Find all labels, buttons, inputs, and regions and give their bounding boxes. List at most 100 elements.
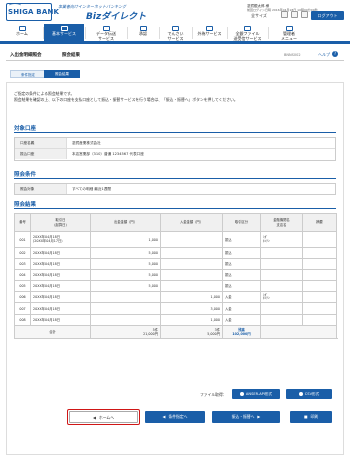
condition-label: 照会対象 xyxy=(15,184,67,194)
page-subtitle: 照会結果 xyxy=(62,53,80,58)
nav-item-label: でんさい サービス xyxy=(167,31,184,41)
csv-download-button[interactable]: CSV形式 xyxy=(286,389,332,399)
instruction-message: ご指定の条件による照会結果です。 照会結果を確認の上、以下の口座を支払口座として… xyxy=(14,91,334,103)
cell-date: 20XX年04月18日 xyxy=(30,302,91,315)
cell-out xyxy=(90,302,161,315)
cell-type: 振込 xyxy=(222,280,261,293)
nav-separator xyxy=(227,27,228,39)
nav-item-4[interactable]: でんさい サービス xyxy=(160,24,191,41)
total-empty-cell xyxy=(260,324,337,339)
table-row: 001 20XX年04月18日 (20XX年04月17日) 1,000 振込 ｼｶﾞ ﾎ… xyxy=(14,231,337,248)
nav-separator xyxy=(192,27,193,39)
cell-in: 1,000 xyxy=(160,291,223,304)
cell-out: 5,000 xyxy=(90,258,161,271)
account-name-value: 滋賀産業株式会社 xyxy=(72,141,101,145)
nav-item-5[interactable]: 外為サービス xyxy=(193,24,226,41)
nav-item-2[interactable]: データ伝送 サービス xyxy=(86,24,126,41)
nav-item-7[interactable]: 管理者 メニュー xyxy=(269,24,309,41)
help-link[interactable]: ヘルプ xyxy=(318,52,330,58)
nav-item-label: 外為サービス xyxy=(197,31,222,36)
cell-no: 006 xyxy=(14,291,31,304)
file-download-label: ファイル取得： xyxy=(200,392,227,397)
cell-date: 20XX年04月18日 xyxy=(30,291,91,304)
conditions-heading: 照会条件 xyxy=(14,172,37,178)
total-in-cell: 3件 5,000円 xyxy=(160,324,223,339)
section-divider xyxy=(14,132,336,133)
balance-cell: 残高 102,000円 xyxy=(222,324,261,339)
mail-icon[interactable] xyxy=(281,11,288,18)
account-row: 振込口座 本店営業部（310）普通 1234567 代表口座 xyxy=(15,149,335,160)
cell-no: 005 xyxy=(14,280,31,293)
table-row: 006 20XX年04月18日 1,000 入金 ｼｶﾞ ﾎﾝﾃﾝ xyxy=(14,291,337,304)
cell-type: 振込 xyxy=(222,246,261,260)
cell-bank xyxy=(260,280,303,293)
logout-button[interactable]: ログアウト xyxy=(311,11,344,20)
cell-date: 20XX年04月18日 xyxy=(30,269,91,282)
cell-date: 20XX年04月18日 xyxy=(30,280,91,293)
total-in-amount: 5,000円 xyxy=(207,331,220,336)
conditions-button[interactable]: ◀ 条件指定へ xyxy=(145,411,205,423)
column-header: 摘要 xyxy=(302,213,337,232)
nav-separator xyxy=(159,27,160,39)
conditions-button-label: 条件指定へ xyxy=(168,414,188,419)
transfer-button[interactable]: 振込・振替へ ▶ xyxy=(212,411,280,423)
bank-logo-text: SHIGA BANK xyxy=(8,8,60,16)
nav-item-label: ホーム xyxy=(16,31,28,36)
account-name-label: 口座名義 xyxy=(15,138,67,148)
cell-in xyxy=(160,269,223,282)
text-size-large-icon[interactable] xyxy=(301,11,308,18)
anser-api-label: ANSER-API形式 xyxy=(245,392,273,396)
all-services-label[interactable]: 全サイズ xyxy=(251,13,267,19)
nav-item-label: 基本サービス xyxy=(52,31,76,36)
nav-item-3[interactable]: 承認 xyxy=(128,24,158,41)
step-conditions: 条件指定 xyxy=(10,70,46,78)
cell-bank xyxy=(260,269,303,282)
cell-out: 5,000 xyxy=(90,280,161,293)
table-header-row: 番号 取引日 (起算日) 出金金額（円） 入金金額（円） 取引区分 金融機関名 支店名 摘要 xyxy=(14,213,337,232)
nav-item-1[interactable]: 基本サービス xyxy=(44,24,84,41)
section-divider xyxy=(14,208,336,209)
table-row: 007 20XX年04月18日 3,000 入金 xyxy=(14,302,337,315)
column-header: 番号 xyxy=(14,213,31,232)
download-icon xyxy=(298,391,303,396)
column-header: 入金金額（円） xyxy=(160,213,223,232)
account-table: 口座名義 滋賀産業株式会社 振込口座 本店営業部（310）普通 1234567 … xyxy=(14,137,336,161)
home-button[interactable]: ◀ ホームへ xyxy=(69,411,138,423)
account-number-label: 振込口座 xyxy=(15,149,67,159)
account-row: 口座名義 滋賀産業株式会社 xyxy=(15,138,335,149)
condition-value: すべての明細 最近1週間 xyxy=(72,187,111,191)
account-number-value: 本店営業部（310）普通 1234567 代表口座 xyxy=(72,152,144,156)
section-divider xyxy=(14,178,336,179)
conditions-table: 照会対象 すべての明細 最近1週間 xyxy=(14,183,336,195)
nav-item-label: 全銀ファイル 送受信サービス xyxy=(233,31,262,41)
nav-separator xyxy=(85,27,86,39)
csv-label: CSV形式 xyxy=(304,392,320,396)
download-icon xyxy=(239,391,244,396)
message-line: 照会結果を確認の上、以下の口座を支払口座として振込・振替サービスを行う場合は、「… xyxy=(14,97,238,102)
nav-separator xyxy=(127,27,128,39)
text-size-icon[interactable] xyxy=(291,11,298,18)
cell-no: 002 xyxy=(14,246,31,260)
nav-item-0[interactable]: ホーム xyxy=(2,24,42,41)
cell-date: 20XX年04月18日 (20XX年04月17日) xyxy=(30,231,91,248)
nav-item-label: 承認 xyxy=(139,31,147,36)
print-button[interactable]: ■ 印刷 xyxy=(290,411,332,423)
cell-in xyxy=(160,280,223,293)
cell-in: 3,000 xyxy=(160,302,223,315)
anser-api-download-button[interactable]: ANSER-API形式 xyxy=(232,389,280,399)
cell-type: 振込 xyxy=(222,269,261,282)
help-icon[interactable]: ? xyxy=(332,51,338,57)
screen-id: BNNS002 xyxy=(284,53,301,57)
cell-bank xyxy=(260,258,303,271)
total-out-cell: 5件 21,000円 xyxy=(90,324,161,339)
cell-in: 1,000 xyxy=(160,313,223,326)
nav-item-6[interactable]: 全銀ファイル 送受信サービス xyxy=(228,24,267,41)
cell-in xyxy=(160,231,223,248)
total-label: 合計 xyxy=(14,324,91,339)
cell-bank xyxy=(260,246,303,260)
column-header: 取引日 (起算日) xyxy=(30,213,91,232)
cell-memo xyxy=(302,258,337,271)
cell-memo xyxy=(302,291,337,304)
nav-item-label: 管理者 メニュー xyxy=(281,31,297,41)
column-header: 金融機関名 支店名 xyxy=(260,213,303,232)
